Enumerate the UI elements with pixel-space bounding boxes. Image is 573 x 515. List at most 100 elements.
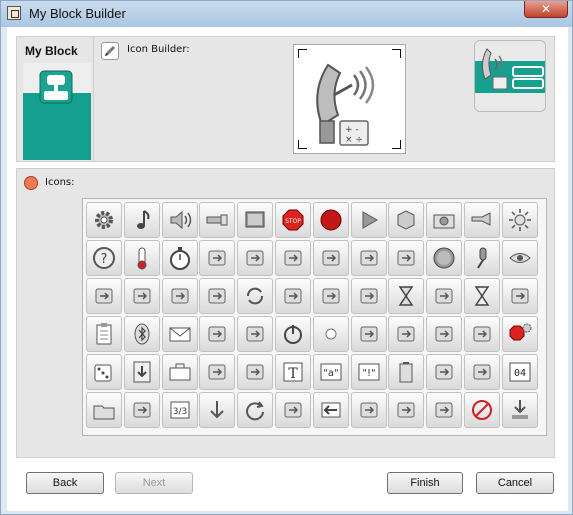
icon-tile[interactable] <box>350 240 387 276</box>
icon-tile[interactable] <box>350 278 387 314</box>
icon-tile[interactable] <box>86 316 122 352</box>
icon-tile[interactable] <box>199 392 236 428</box>
briefcase-icon <box>169 363 191 381</box>
stopwatch-icon <box>169 247 190 270</box>
icon-tile[interactable] <box>123 240 160 276</box>
icon-tile[interactable] <box>237 202 274 238</box>
icon-tile[interactable] <box>86 392 122 428</box>
smiley-icon <box>24 176 38 190</box>
icon-tile[interactable] <box>237 392 274 428</box>
icon-tile[interactable] <box>86 278 122 314</box>
app-icon <box>7 6 21 20</box>
icon-tile[interactable] <box>161 240 198 276</box>
icon-tile[interactable] <box>199 354 236 390</box>
icon-tile[interactable] <box>312 316 349 352</box>
icon-tile[interactable] <box>463 354 500 390</box>
icon-tile[interactable] <box>237 240 274 276</box>
compass-icon <box>435 402 453 418</box>
cancel-button[interactable]: Cancel <box>476 472 554 494</box>
icon-tile[interactable] <box>463 202 500 238</box>
my-block-panel: My Block <box>16 36 98 162</box>
hourglass-icon <box>398 286 414 306</box>
icon-tile[interactable] <box>350 392 387 428</box>
icon-tile[interactable] <box>86 354 122 390</box>
icon-tile[interactable] <box>426 354 463 390</box>
icon-tile[interactable] <box>426 316 463 352</box>
bluetooth-icon <box>134 323 150 345</box>
icon-tile[interactable] <box>426 392 463 428</box>
icon-tile[interactable] <box>123 392 160 428</box>
next-button[interactable]: Next <box>115 472 193 494</box>
icon-tile[interactable] <box>274 278 311 314</box>
icon-tile[interactable]: 04 <box>501 354 538 390</box>
horn-icon <box>471 212 491 226</box>
plus-minus-icon <box>246 364 264 380</box>
icon-tile[interactable] <box>199 240 236 276</box>
icon-tile[interactable] <box>123 278 160 314</box>
icon-tile[interactable] <box>388 202 425 238</box>
pencil-icon[interactable] <box>101 42 119 60</box>
icon-tile[interactable] <box>123 202 160 238</box>
icon-tile[interactable]: STOP <box>274 202 311 238</box>
icon-tile[interactable] <box>501 316 538 352</box>
icon-tile[interactable] <box>501 240 538 276</box>
icon-tile[interactable] <box>161 316 198 352</box>
brick-2-icon <box>133 288 151 304</box>
icon-tile[interactable] <box>123 316 160 352</box>
icon-tile[interactable] <box>501 392 538 428</box>
icon-tile[interactable] <box>199 316 236 352</box>
back-button[interactable]: Back <box>26 472 104 494</box>
icon-tile[interactable]: 3/3 <box>161 392 198 428</box>
barred-circle-icon <box>471 400 492 420</box>
icon-tile[interactable] <box>161 354 198 390</box>
icon-tile[interactable] <box>161 278 198 314</box>
icon-tile[interactable] <box>312 240 349 276</box>
arrow-left-icon <box>321 402 341 418</box>
eye-icon <box>509 253 531 263</box>
icon-tile[interactable] <box>274 392 311 428</box>
icon-tile[interactable] <box>463 278 500 314</box>
icon-tile[interactable] <box>388 240 425 276</box>
icon-tile[interactable] <box>463 392 500 428</box>
icon-tile[interactable] <box>274 240 311 276</box>
icon-tile[interactable] <box>426 278 463 314</box>
icon-tile[interactable] <box>388 278 425 314</box>
icon-tile[interactable] <box>199 202 236 238</box>
icon-tile[interactable] <box>312 278 349 314</box>
icon-tile[interactable] <box>501 202 538 238</box>
icon-tile[interactable]: T <box>274 354 311 390</box>
finish-button[interactable]: Finish <box>387 472 463 494</box>
icon-tile[interactable]: "a" <box>312 354 349 390</box>
icon-tile[interactable] <box>237 354 274 390</box>
icon-tile[interactable] <box>350 316 387 352</box>
icon-tile[interactable] <box>312 202 349 238</box>
icon-tile[interactable] <box>237 316 274 352</box>
icon-tile[interactable] <box>123 354 160 390</box>
icon-tile[interactable] <box>237 278 274 314</box>
icon-tile[interactable] <box>312 392 349 428</box>
gear-circle-icon <box>360 326 378 342</box>
fast-forward-gear-icon <box>435 326 453 342</box>
icon-tile[interactable] <box>199 278 236 314</box>
icon-tile[interactable]: ? <box>86 240 122 276</box>
icon-tile[interactable] <box>161 202 198 238</box>
icon-tile[interactable] <box>350 202 387 238</box>
icon-tile[interactable] <box>501 278 538 314</box>
icon-tile[interactable] <box>388 392 425 428</box>
icon-tile[interactable] <box>388 354 425 390</box>
download-arrow-icon <box>511 400 528 419</box>
satellite-dish-3-icon <box>397 250 415 266</box>
icon-tile[interactable] <box>274 316 311 352</box>
icon-tile[interactable]: "!" <box>350 354 387 390</box>
icon-tile[interactable] <box>388 316 425 352</box>
icon-tile[interactable] <box>86 202 122 238</box>
my-block-icon <box>39 70 73 104</box>
close-button[interactable]: ✕ <box>524 1 568 18</box>
icon-tile[interactable] <box>426 240 463 276</box>
play-triangle-icon <box>362 211 378 229</box>
brick-4-icon <box>208 288 226 304</box>
icon-tile[interactable] <box>463 240 500 276</box>
icon-canvas[interactable]: + - × ÷ <box>293 44 406 154</box>
icon-tile[interactable] <box>426 202 463 238</box>
icon-tile[interactable] <box>463 316 500 352</box>
